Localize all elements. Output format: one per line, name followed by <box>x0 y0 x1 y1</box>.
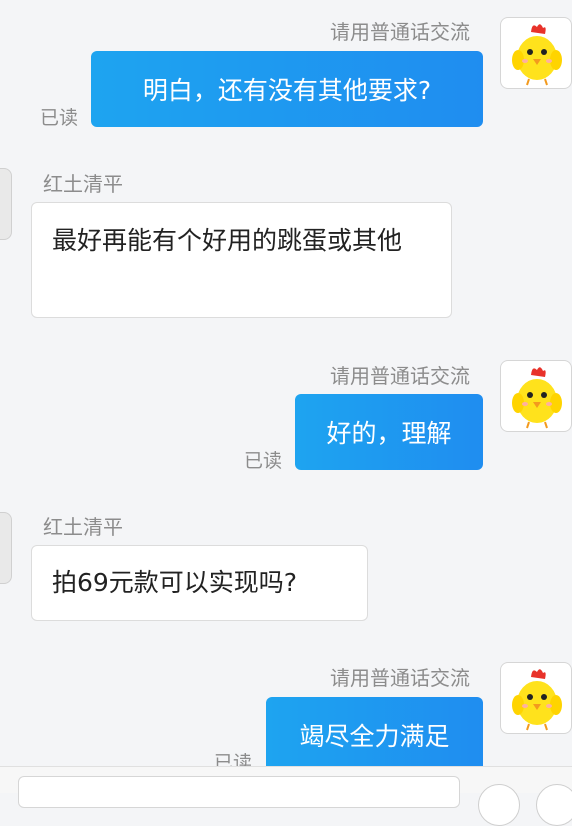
message-text: 竭尽全力满足 <box>299 722 450 751</box>
outgoing-message-bubble[interactable]: 明白，还有没有其他要求? <box>91 51 483 127</box>
chick-avatar-icon <box>512 24 562 86</box>
emoji-button[interactable] <box>478 784 520 826</box>
message-text: 好的，理解 <box>326 419 452 448</box>
message-text: 最好再能有个好用的跳蛋或其他 <box>52 226 403 255</box>
sender-name: 请用普通话交流 <box>330 20 470 44</box>
user-avatar[interactable] <box>500 662 572 734</box>
user-avatar[interactable] <box>500 17 572 89</box>
sender-name: 请用普通话交流 <box>330 666 470 690</box>
contact-avatar[interactable] <box>0 512 12 584</box>
message-text: 拍69元款可以实现吗? <box>52 568 298 597</box>
outgoing-message-bubble[interactable]: 好的，理解 <box>295 394 483 470</box>
message-input[interactable] <box>18 776 460 808</box>
sender-name: 红土清平 <box>43 172 123 196</box>
read-receipt: 已读 <box>244 450 283 472</box>
chick-avatar-icon <box>512 669 562 731</box>
more-button[interactable] <box>536 784 572 826</box>
incoming-message-bubble[interactable]: 最好再能有个好用的跳蛋或其他 <box>31 202 452 318</box>
chick-avatar-icon <box>512 367 562 429</box>
sender-name: 红土清平 <box>43 515 123 539</box>
message-text: 明白，还有没有其他要求? <box>142 76 432 105</box>
user-avatar[interactable] <box>500 360 572 432</box>
incoming-message-bubble[interactable]: 拍69元款可以实现吗? <box>31 545 368 621</box>
contact-avatar[interactable] <box>0 168 12 240</box>
outgoing-message-bubble[interactable]: 竭尽全力满足 <box>266 697 483 773</box>
sender-name: 请用普通话交流 <box>330 364 470 388</box>
read-receipt: 已读 <box>40 107 79 129</box>
